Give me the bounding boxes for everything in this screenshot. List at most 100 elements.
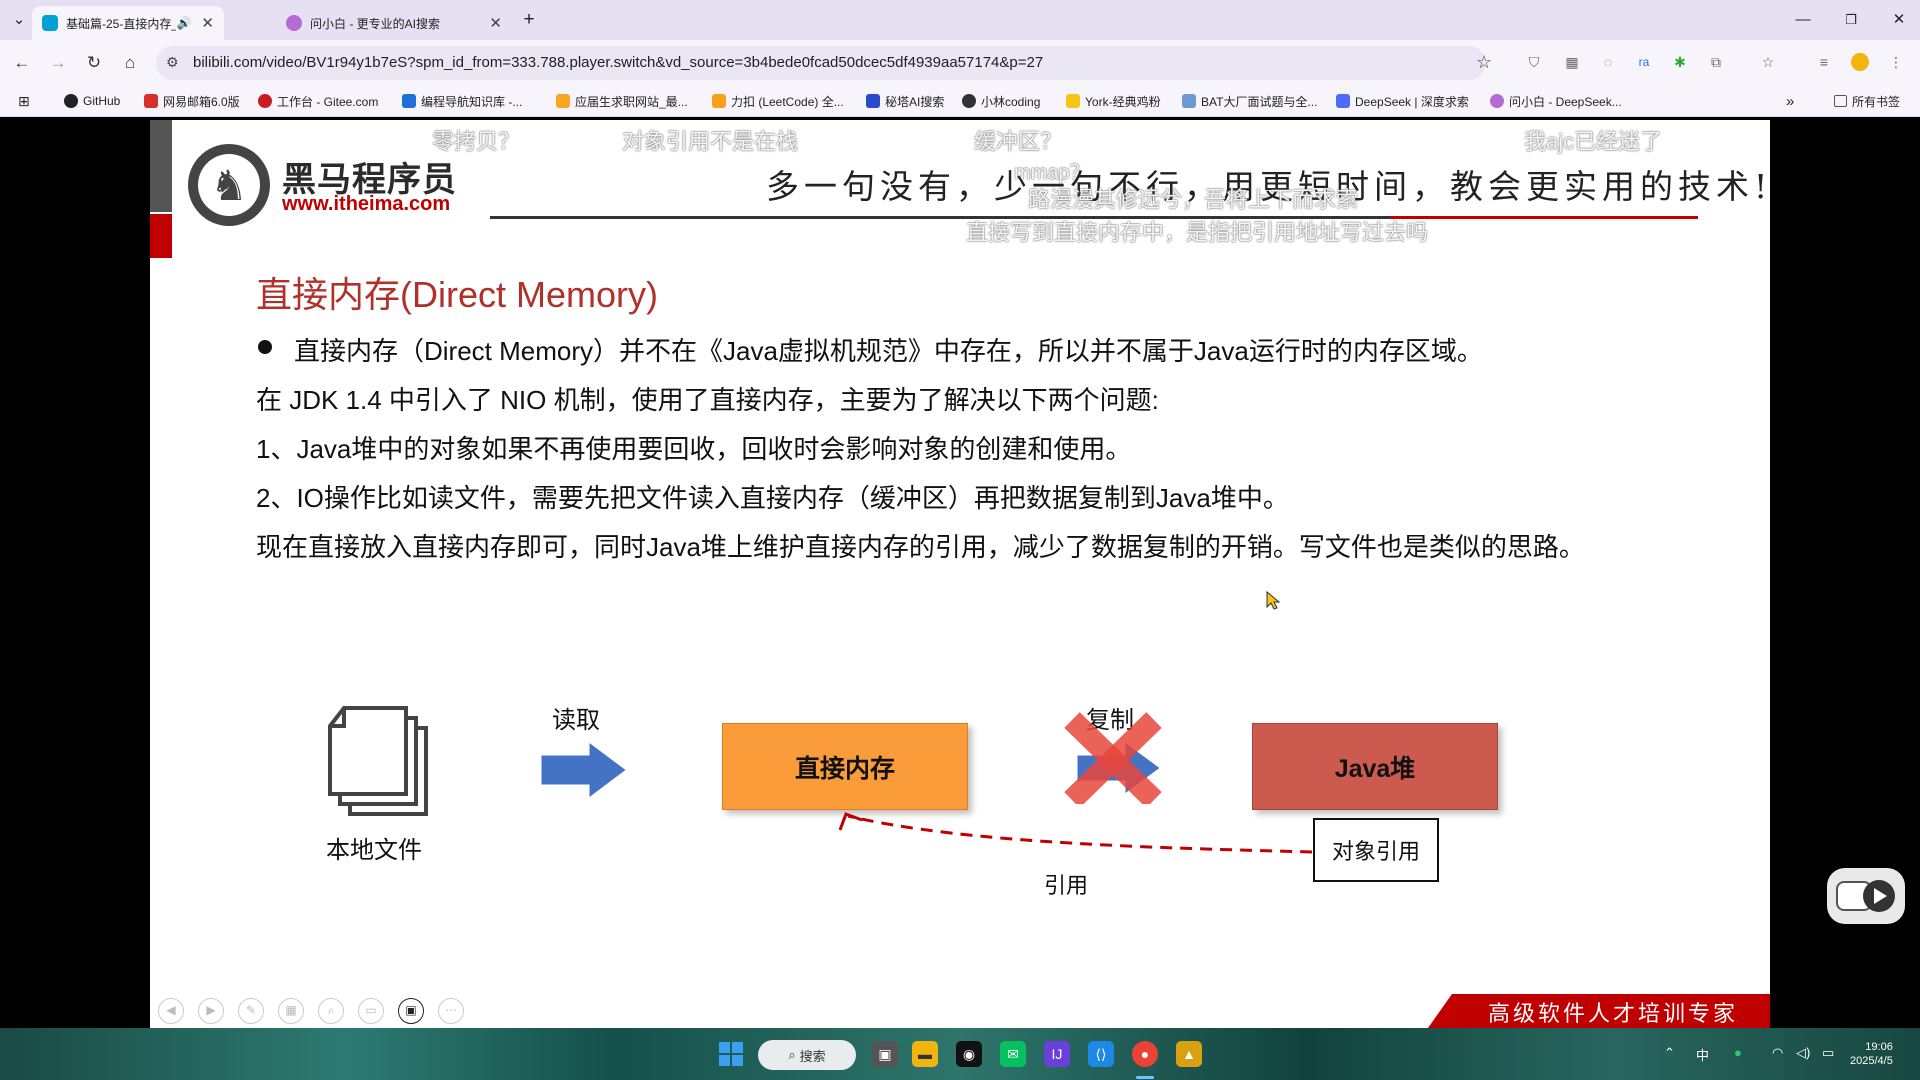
file-stack-icon	[328, 706, 428, 816]
extension-shield-icon[interactable]: ⛉	[1522, 50, 1546, 74]
netease-mail-icon	[144, 94, 158, 108]
all-bookmarks-button[interactable]: 所有书签	[1834, 91, 1900, 111]
url-text[interactable]: bilibili.com/video/BV1r94y1b7eS?spm_id_f…	[193, 54, 1043, 71]
close-tab-icon[interactable]: ✕	[201, 14, 214, 32]
wenxiaobai-icon	[286, 15, 302, 31]
back-icon[interactable]: ←	[8, 49, 36, 77]
bookmark-item[interactable]: 力扣 (LeetCode) 全...	[712, 91, 844, 111]
subtitle-icon[interactable]: ▭	[358, 998, 384, 1024]
slide-accent-bar	[150, 120, 172, 212]
slide-text-line: 1、Java堆中的对象如果不再使用要回收，回收时会影响对象的创建和使用。	[256, 434, 1132, 464]
file-explorer-icon[interactable]: ▬	[912, 1041, 938, 1067]
slide-text-line: 直接内存（Direct Memory）并不在《Java虚拟机规范》中存在，所以并…	[294, 336, 1483, 366]
more-options-icon[interactable]: ⋯	[438, 998, 464, 1024]
qq-icon[interactable]: ◉	[956, 1041, 982, 1067]
bookmark-item[interactable]: York-经典鸡粉	[1066, 91, 1161, 111]
floating-player-widget[interactable]	[1827, 868, 1905, 924]
wenxiaobai-icon	[1490, 94, 1504, 108]
leetcode-icon	[712, 94, 726, 108]
taskbar-search[interactable]: ⌕ 搜索	[758, 1040, 856, 1070]
reference-label: 引用	[1044, 873, 1089, 898]
danmaku-comment: 路漫漫其修远兮，吾将上下而求索	[1028, 187, 1359, 212]
home-icon[interactable]: ⌂	[116, 49, 144, 77]
taskbar-clock[interactable]: 19:06 2025/4/5	[1850, 1040, 1893, 1068]
app-icon[interactable]: ▲	[1176, 1041, 1202, 1067]
new-tab-button[interactable]: +	[516, 8, 542, 32]
close-tab-icon[interactable]: ✕	[489, 14, 502, 32]
metaso-icon	[866, 94, 880, 108]
local-file-label: 本地文件	[326, 837, 422, 864]
intellij-icon[interactable]: IJ	[1044, 1041, 1070, 1067]
slide	[150, 120, 1770, 1028]
pen-icon[interactable]: ✎	[238, 998, 264, 1024]
reading-list-icon[interactable]: ☆	[1756, 50, 1780, 74]
start-windows-icon[interactable]	[718, 1041, 744, 1067]
horse-icon: ♞	[210, 161, 248, 210]
slide-text-line: 在 JDK 1.4 中引入了 NIO 机制，使用了直接内存，主要为了解决以下两个…	[256, 385, 1159, 415]
extension-circle-icon[interactable]: ◌	[1596, 50, 1620, 74]
chrome-icon[interactable]: ●	[1132, 1041, 1158, 1067]
site-info-icon[interactable]: ⚙	[166, 54, 179, 71]
read-arrow-icon	[538, 738, 631, 803]
bookmark-item[interactable]: 问小白 - DeepSeek...	[1490, 91, 1622, 111]
tab-bilibili[interactable]: 基础篇-25-直接内存_哔哩 🔊 ✕	[32, 6, 224, 40]
york-icon	[1066, 94, 1080, 108]
task-view-icon[interactable]: ▣	[872, 1041, 898, 1067]
danmaku-comment: 我ajc已经迷了	[1524, 129, 1663, 154]
tray-app-icon[interactable]: ●	[1734, 1045, 1742, 1060]
bilibili-icon	[42, 15, 58, 31]
bookmark-item[interactable]: BAT大厂面试题与全...	[1182, 91, 1317, 111]
volume-icon[interactable]: ◁)	[1796, 1045, 1810, 1061]
tab-search-chevron-icon[interactable]: ⌄	[6, 8, 32, 32]
slides-grid-icon[interactable]: ▦	[278, 998, 304, 1024]
next-slide-icon[interactable]: ▶	[198, 998, 224, 1024]
vscode-icon[interactable]: ⟨⟩	[1088, 1041, 1114, 1067]
minimize-icon[interactable]: —	[1790, 8, 1816, 32]
bookmark-item[interactable]: GitHub	[64, 91, 120, 111]
extension-grid-icon[interactable]: ▦	[1560, 50, 1584, 74]
bookmark-item[interactable]: 应届生求职网站_最...	[556, 91, 688, 111]
prev-slide-icon[interactable]: ◀	[158, 998, 184, 1024]
battery-icon[interactable]: ▭	[1822, 1045, 1834, 1061]
slide-text-line: 现在直接放入直接内存即可，同时Java堆上维护直接内存的引用，减少了数据复制的开…	[256, 532, 1585, 562]
github-icon	[64, 94, 78, 108]
danmaku-comment: mmap？	[1014, 162, 1090, 184]
gitee-icon	[258, 94, 272, 108]
bookmark-item[interactable]: 小林coding	[962, 91, 1040, 111]
wechat-icon[interactable]: ✉	[1000, 1041, 1026, 1067]
close-window-icon[interactable]: ✕	[1886, 8, 1912, 32]
java-heap-box: Java堆	[1252, 723, 1498, 810]
extension-ra-icon[interactable]: ra	[1632, 50, 1656, 74]
ribbon-text: 高级软件人才培训专家	[1488, 1002, 1739, 1027]
speaker-icon[interactable]: 🔊	[176, 16, 191, 30]
copy-crossed-icon	[1064, 712, 1165, 804]
brand-url: www.itheima.com	[282, 193, 451, 215]
danmaku-comment: 对象引用不是在栈	[622, 129, 799, 154]
bookmark-item[interactable]: 工作台 - Gitee.com	[258, 91, 378, 111]
tray-expand-icon[interactable]: ⌃	[1664, 1045, 1675, 1061]
bookmark-item[interactable]: DeepSeek | 深度求索	[1336, 91, 1469, 111]
menu-icon[interactable]: ⋮	[1884, 50, 1908, 74]
tab-wenxiaobai[interactable]: 问小白 - 更专业的AI搜索 ✕	[276, 6, 512, 40]
extensions-puzzle-icon[interactable]: ⧉	[1704, 50, 1728, 74]
restore-icon[interactable]: ❐	[1838, 8, 1864, 32]
folder-icon	[1834, 95, 1847, 107]
bookmark-item[interactable]: 秘塔AI搜索	[866, 91, 944, 111]
camera-icon[interactable]: ▣	[398, 998, 424, 1024]
media-control-icon[interactable]: ≡	[1812, 50, 1836, 74]
bookmark-item[interactable]: 编程导航知识库 -...	[402, 91, 522, 111]
reload-icon[interactable]: ↻	[80, 49, 108, 77]
extension-green-icon[interactable]: ✱	[1668, 50, 1692, 74]
apps-grid-icon[interactable]: ⊞	[18, 91, 30, 111]
read-label: 读取	[552, 707, 600, 734]
profile-avatar[interactable]	[1848, 50, 1872, 74]
wifi-icon[interactable]: ◠	[1772, 1045, 1783, 1061]
bookmark-star-icon[interactable]: ☆	[1476, 52, 1492, 73]
bookmarks-overflow-button[interactable]: »	[1786, 91, 1794, 111]
slide-text-line: 2、IO操作比如读文件，需要先把文件读入直接内存（缓冲区）再把数据复制到Java…	[256, 483, 1289, 513]
ime-indicator[interactable]: 中	[1696, 1045, 1709, 1064]
bookmark-item[interactable]: 网易邮箱6.0版	[144, 91, 240, 111]
divider	[1390, 216, 1698, 219]
zoom-icon[interactable]: ⌕	[318, 998, 344, 1024]
forward-icon[interactable]: →	[44, 49, 72, 77]
